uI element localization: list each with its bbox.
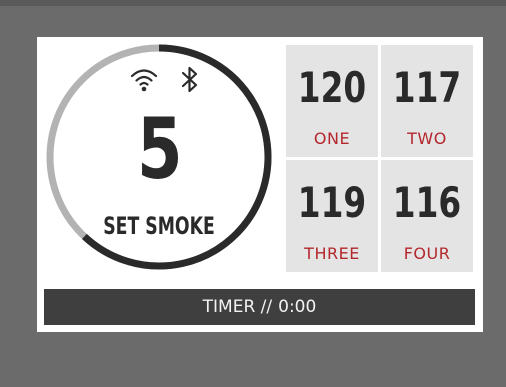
device-top-strip: [0, 0, 506, 6]
probe-temperature: 117: [392, 63, 462, 112]
probe-tile-four[interactable]: 116 FOUR: [381, 160, 473, 272]
grill-controller-device: 5 SET SMOKE 120 ONE 117 TWO 119 THREE 11…: [0, 0, 506, 387]
probe-name: THREE: [304, 244, 360, 263]
probe-name: TWO: [407, 129, 447, 148]
smoke-level-label: SET SMOKE: [103, 212, 215, 240]
bluetooth-icon: [181, 66, 198, 93]
probe-temperature: 120: [297, 63, 367, 112]
status-icons: [129, 65, 203, 95]
probe-temperature: 119: [297, 178, 367, 227]
wifi-icon: [130, 69, 158, 92]
smoke-dial[interactable]: 5 SET SMOKE: [45, 43, 273, 271]
controller-screen: 5 SET SMOKE 120 ONE 117 TWO 119 THREE 11…: [37, 37, 483, 332]
probe-tile-two[interactable]: 117 TWO: [381, 45, 473, 157]
smoke-level-value: 5: [136, 100, 183, 198]
probe-temperature: 116: [392, 178, 462, 227]
timer-value: 0:00: [278, 297, 317, 317]
probe-tile-three[interactable]: 119 THREE: [286, 160, 378, 272]
probe-name: FOUR: [403, 244, 451, 263]
probe-tile-one[interactable]: 120 ONE: [286, 45, 378, 157]
timer-label: TIMER //: [202, 297, 273, 317]
probe-name: ONE: [313, 129, 351, 148]
timer-bar[interactable]: TIMER // 0:00: [44, 289, 475, 325]
